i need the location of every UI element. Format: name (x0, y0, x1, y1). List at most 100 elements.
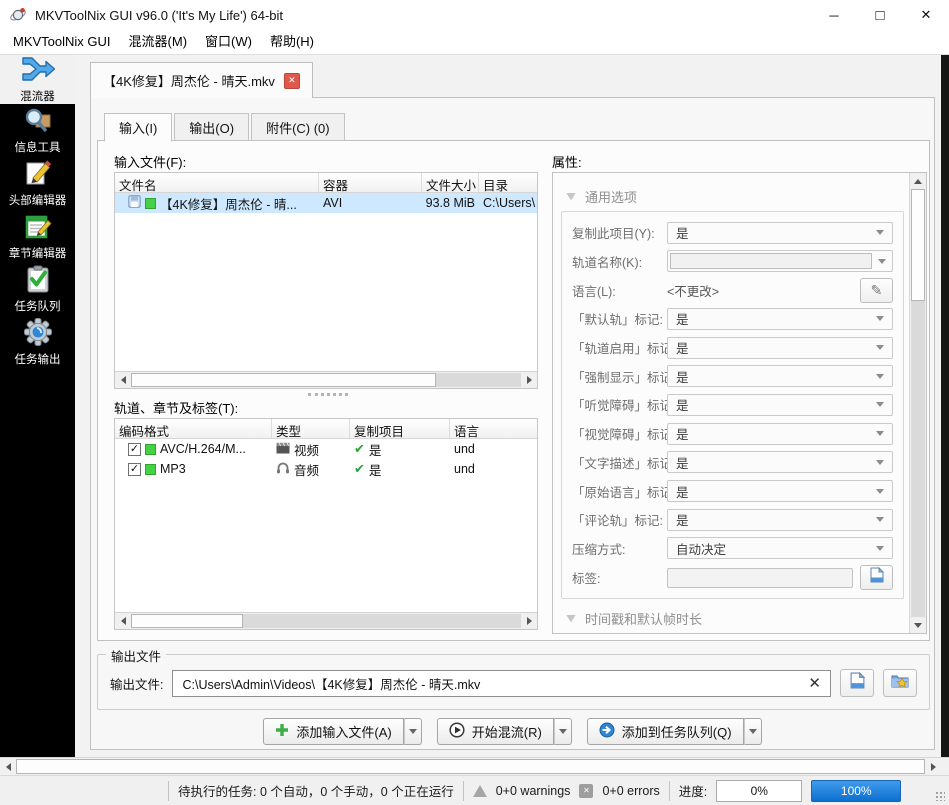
source-files-table[interactable]: 文件名 容器 文件大小 目录 【4K修复】周杰伦 - 晴... AVI 93.8… (114, 172, 538, 389)
close-button[interactable]: ✕ (903, 0, 949, 30)
scroll-right-icon[interactable] (521, 372, 537, 388)
tab-close-icon[interactable]: ✕ (283, 72, 300, 89)
add-to-job-queue-dropdown[interactable] (743, 718, 762, 745)
forced-display-select[interactable]: 是 (667, 365, 893, 388)
file-tab[interactable]: 【4K修复】周杰伦 - 晴天.mkv ✕ (90, 62, 313, 98)
col-language[interactable]: 语言 (450, 419, 537, 438)
main-area: 【4K修复】周杰伦 - 晴天.mkv ✕ 输入(I) 输出(O) 附件(C) (… (75, 55, 941, 757)
track-checkbox[interactable]: ✓ (128, 462, 141, 476)
sidebar-item-info-tool[interactable]: 信息工具 (0, 104, 75, 157)
col-codec[interactable]: 编码格式 (115, 419, 272, 438)
scrollbar-track[interactable] (436, 373, 521, 387)
copy-item-select[interactable]: 是 (667, 221, 893, 244)
properties-vertical-scrollbar[interactable] (909, 173, 926, 633)
video-track-icon (276, 442, 290, 457)
scroll-right-icon[interactable] (925, 758, 941, 775)
scrollbar-track[interactable] (911, 301, 925, 617)
scroll-right-icon[interactable] (521, 613, 537, 629)
tracks-horizontal-scrollbar[interactable] (115, 612, 537, 629)
visual-impaired-select[interactable]: 是 (667, 422, 893, 445)
scrollbar-thumb[interactable] (16, 759, 925, 774)
compression-select[interactable]: 自动决定 (667, 537, 893, 560)
minimize-button[interactable]: ─ (811, 0, 857, 30)
original-language-select[interactable]: 是 (667, 480, 893, 503)
open-folder-button[interactable] (883, 669, 917, 697)
clear-icon[interactable]: ✕ (808, 676, 821, 691)
tab-attachments[interactable]: 附件(C) (0) (251, 113, 345, 141)
current-progress-bar: 0% (716, 779, 803, 802)
table-row[interactable]: ✓ AVC/H.264/M... 视频 ✔ 是 und (115, 439, 537, 459)
hearing-impaired-select[interactable]: 是 (667, 393, 893, 416)
browse-tags-button[interactable] (860, 565, 893, 591)
scrollbar-track[interactable] (243, 614, 521, 628)
chevron-down-icon (878, 258, 886, 264)
text-description-select[interactable]: 是 (667, 451, 893, 474)
scrollbar-thumb[interactable] (131, 614, 243, 628)
col-copy-item[interactable]: 复制项目 (350, 419, 450, 438)
file-size: 93.8 MiB (425, 196, 475, 210)
properties-label: 属性: (552, 155, 582, 170)
col-container[interactable]: 容器 (319, 173, 422, 192)
col-file-size[interactable]: 文件大小 (422, 173, 479, 192)
header-editor-icon (24, 159, 52, 192)
errors-count: 0+0 errors (602, 783, 660, 798)
col-type[interactable]: 类型 (272, 419, 350, 438)
menu-multiplexer[interactable]: 混流器(M) (120, 30, 197, 54)
file-name: 【4K修复】周杰伦 - 晴... (160, 197, 297, 212)
sidebar-item-multiplexer[interactable]: 混流器 (0, 55, 75, 104)
menu-mkvtoolnix-gui[interactable]: MKVToolNix GUI (4, 30, 120, 54)
col-file-name[interactable]: 文件名 (115, 173, 319, 192)
maximize-button[interactable]: □ (857, 0, 903, 30)
separator (168, 780, 169, 801)
track-enabled-select[interactable]: 是 (667, 336, 893, 359)
browse-output-button[interactable] (840, 669, 874, 697)
visual-impaired-label: 「视觉障碍」标记: (572, 428, 676, 443)
scroll-left-icon[interactable] (0, 758, 16, 775)
col-directory[interactable]: 目录 (479, 173, 537, 192)
table-row[interactable]: 【4K修复】周杰伦 - 晴... AVI 93.8 MiB C:\Users\ (115, 193, 537, 213)
sidebar-item-header-editor[interactable]: 头部编辑器 (0, 157, 75, 210)
section-label: 通用选项 (585, 190, 638, 205)
add-source-files-dropdown[interactable] (403, 718, 422, 745)
total-progress-bar: 100% (811, 779, 902, 802)
button-label: 开始混流(R) (471, 725, 542, 740)
scrollbar-thumb[interactable] (131, 373, 436, 387)
combo-value: 是 (676, 456, 689, 471)
track-checkbox[interactable]: ✓ (128, 442, 141, 456)
tracks-table[interactable]: 编码格式 类型 复制项目 语言 ✓ AVC/H.264/M... 视频 ✔ 是 … (114, 418, 538, 630)
scroll-left-icon[interactable] (115, 372, 131, 388)
queue-add-icon (599, 722, 615, 741)
resize-grip[interactable] (935, 791, 945, 801)
files-horizontal-scrollbar[interactable] (115, 371, 537, 388)
output-file-input[interactable]: C:\Users\Admin\Videos\【4K修复】周杰伦 - 晴天.mkv… (172, 669, 831, 697)
menu-help[interactable]: 帮助(H) (261, 30, 323, 54)
window-horizontal-scrollbar[interactable] (0, 757, 949, 775)
scroll-left-icon[interactable] (115, 613, 131, 629)
edit-language-button[interactable]: ✎ (860, 278, 893, 304)
start-muxing-dropdown[interactable] (553, 718, 572, 745)
scroll-down-icon[interactable] (910, 617, 926, 633)
add-source-files-button[interactable]: 添加输入文件(A) (263, 718, 404, 745)
track-name-combo[interactable] (667, 250, 893, 273)
commentary-select[interactable]: 是 (667, 508, 893, 531)
sidebar-item-job-queue[interactable]: 任务队列 (0, 263, 75, 316)
section-general-options[interactable]: 通用选项 (566, 187, 637, 206)
tab-input[interactable]: 输入(I) (104, 113, 173, 142)
tags-input[interactable] (667, 567, 853, 588)
scroll-up-icon[interactable] (910, 173, 926, 189)
scrollbar-thumb[interactable] (911, 189, 925, 301)
add-source-files-split-button: 添加输入文件(A) (263, 718, 422, 745)
collapse-triangle-icon (566, 192, 576, 201)
collapse-triangle-icon (566, 614, 576, 623)
start-muxing-button[interactable]: 开始混流(R) (436, 718, 554, 745)
default-track-select[interactable]: 是 (667, 307, 893, 330)
sidebar-item-chapter-editor[interactable]: 章节编辑器 (0, 210, 75, 263)
sidebar-item-job-output[interactable]: 任务输出 (0, 316, 75, 369)
tab-output[interactable]: 输出(O) (174, 113, 250, 141)
section-timestamps[interactable]: 时间戳和默认帧时长 (566, 609, 702, 628)
combo-edit-field[interactable] (670, 253, 872, 270)
splitter-handle[interactable] (308, 393, 348, 396)
table-row[interactable]: ✓ MP3 音频 ✔ 是 und (115, 459, 537, 479)
add-to-job-queue-button[interactable]: 添加到任务队列(Q) (586, 718, 744, 745)
menu-window[interactable]: 窗口(W) (196, 30, 261, 54)
